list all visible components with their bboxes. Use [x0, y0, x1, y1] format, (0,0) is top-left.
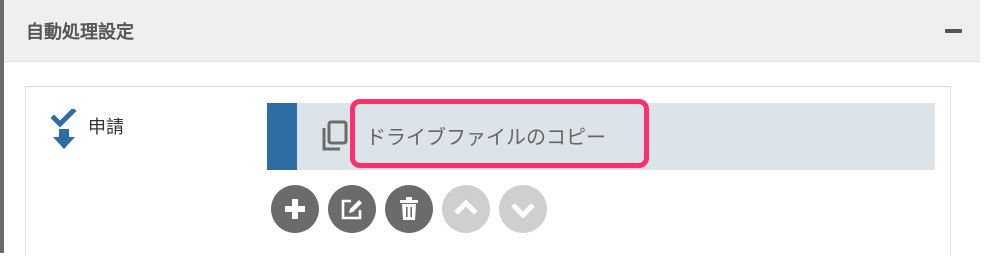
delete-button[interactable] — [385, 185, 433, 233]
minus-icon[interactable] — [945, 29, 962, 33]
panel-title: 自動処理設定 — [26, 22, 134, 43]
copy-icon — [322, 120, 348, 151]
step-label: 申請 — [88, 117, 124, 138]
highlight-frame — [350, 99, 649, 168]
plus-icon — [285, 199, 305, 219]
add-button[interactable] — [271, 185, 319, 233]
edit-icon — [341, 199, 362, 220]
chevron-up-icon — [454, 199, 478, 215]
card-accent-bar — [267, 103, 297, 170]
auto-process-panel: 自動処理設定 申請 ドライブファイルのコピー — [4, 0, 980, 256]
panel-header[interactable]: 自動処理設定 — [4, 0, 980, 62]
process-content: 申請 ドライブファイルのコピー — [25, 86, 951, 256]
trash-icon — [400, 197, 418, 220]
process-card-drive-copy[interactable]: ドライブファイルのコピー — [267, 99, 935, 170]
move-down-button[interactable] — [499, 185, 547, 233]
move-up-button[interactable] — [442, 185, 490, 233]
double-arrow-down-check-icon — [51, 109, 77, 149]
chevron-down-icon — [511, 203, 535, 219]
edit-button[interactable] — [328, 185, 376, 233]
